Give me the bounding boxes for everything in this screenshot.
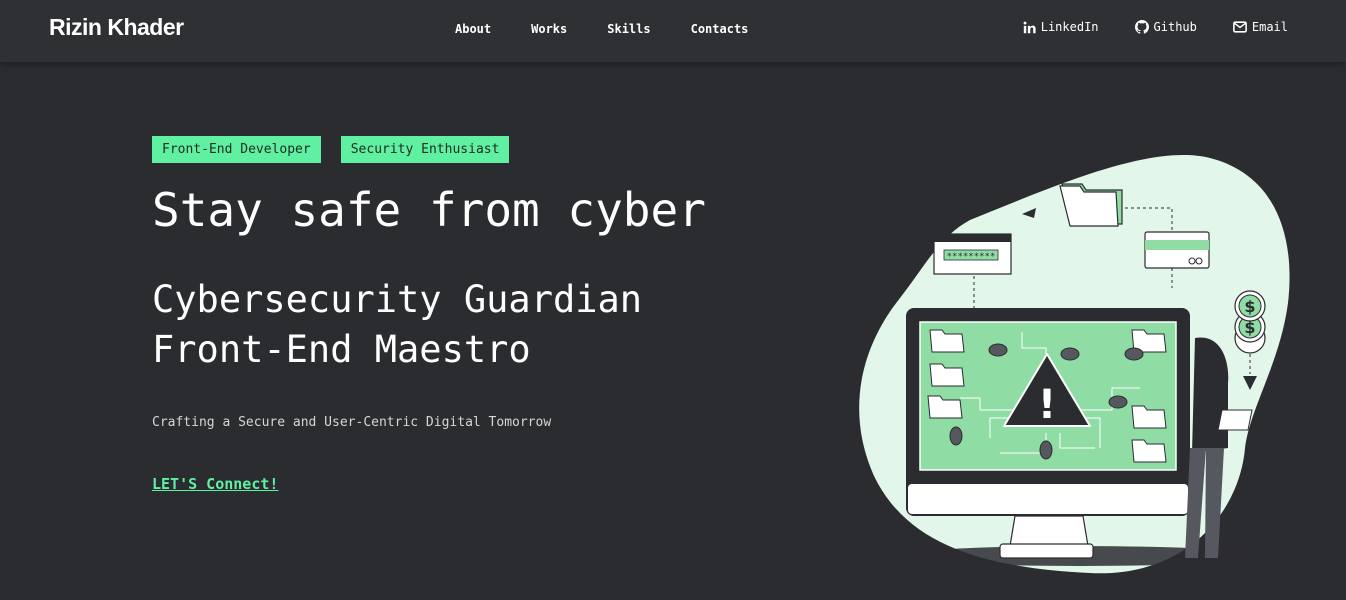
- password-box: *********: [933, 233, 1012, 275]
- email-label: Email: [1251, 20, 1288, 34]
- credit-card-icon: [1144, 231, 1210, 269]
- hero-tagline: Crafting a Secure and User-Centric Digit…: [152, 415, 552, 430]
- github-label: Github: [1153, 20, 1197, 34]
- github-link[interactable]: Github: [1134, 20, 1197, 34]
- nav-link-works[interactable]: Works: [531, 22, 567, 36]
- site-logo[interactable]: Rizin Khader: [49, 14, 184, 41]
- coin-symbol-top: $: [1244, 297, 1255, 316]
- tag-security-enthusiast: Security Enthusiast: [340, 136, 510, 163]
- password-mask: *********: [947, 252, 996, 262]
- coin-stack-icon: $ $: [1234, 290, 1266, 354]
- subtitle-line-1: Cybersecurity Guardian: [152, 278, 643, 321]
- hero-section: Front-End Developer Security Enthusiast …: [152, 136, 706, 493]
- nav-link-skills[interactable]: Skills: [607, 22, 650, 36]
- email-link[interactable]: Email: [1232, 20, 1288, 34]
- envelope-icon: [1232, 21, 1247, 33]
- navbar: Rizin Khader About Works Skills Contacts…: [0, 0, 1346, 62]
- subtitle-line-2: Front-End Maestro: [152, 328, 531, 371]
- connect-link[interactable]: LET'S Connect!: [152, 475, 278, 493]
- hero-title: Stay safe from cyber: [152, 183, 706, 237]
- main-menu: About Works Skills Contacts: [455, 22, 788, 36]
- hero-subtitle: Cybersecurity Guardian Front-End Maestro: [152, 275, 706, 375]
- github-icon: [1134, 20, 1149, 34]
- folder-icon: [1059, 183, 1123, 227]
- social-links: LinkedIn Github Email: [987, 20, 1288, 34]
- linkedin-label: LinkedIn: [1040, 20, 1099, 34]
- tag-front-end-developer: Front-End Developer: [152, 136, 321, 163]
- linkedin-icon: [1023, 21, 1036, 33]
- nav-link-contacts[interactable]: Contacts: [691, 22, 749, 36]
- role-tags: Front-End Developer Security Enthusiast: [152, 136, 706, 163]
- nav-link-about[interactable]: About: [455, 22, 491, 36]
- monitor-stand: [999, 515, 1094, 559]
- warning-symbol: !: [1038, 382, 1056, 428]
- cybersecurity-illustration: ********* $ $ !: [859, 155, 1290, 574]
- linkedin-link[interactable]: LinkedIn: [1023, 20, 1099, 34]
